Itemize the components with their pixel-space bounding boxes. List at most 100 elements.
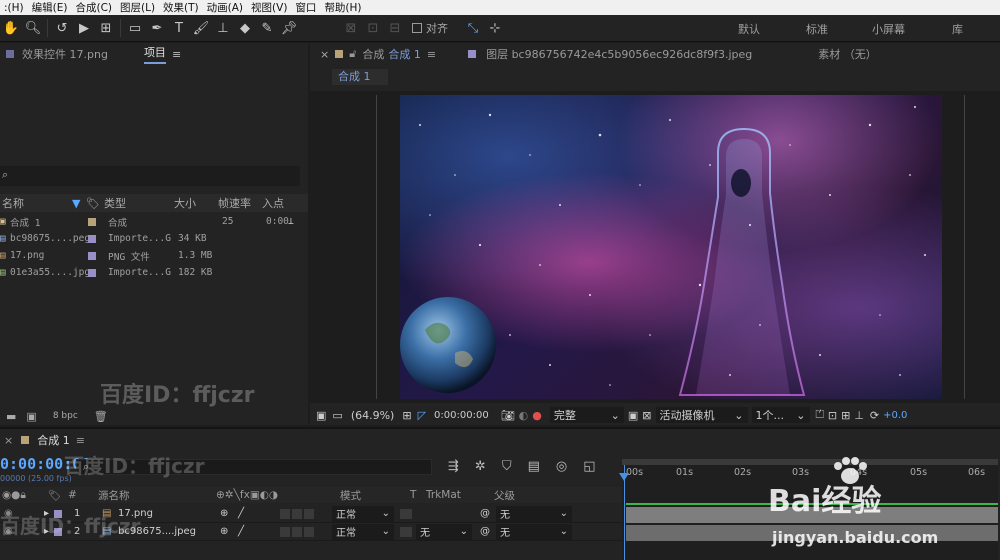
- col-name[interactable]: 名称: [0, 195, 72, 211]
- panel-menu-icon[interactable]: ≡: [76, 434, 85, 447]
- project-item[interactable]: ▤ 01e3a55....jpg Importe...G 182 KB: [0, 264, 308, 281]
- world-axis-icon[interactable]: ⊡: [362, 17, 384, 39]
- new-comp-icon[interactable]: ▣: [26, 410, 36, 423]
- menu-item[interactable]: 效果(T): [159, 0, 203, 15]
- menu-item[interactable]: 帮助(H): [320, 0, 365, 15]
- snap-icon[interactable]: ⤡: [462, 17, 484, 39]
- workspace-small-screen[interactable]: 小屏幕: [872, 15, 905, 42]
- shy-layers-icon[interactable]: ⛉: [502, 459, 512, 474]
- fit-icon[interactable]: ⊞: [402, 409, 411, 422]
- mode-select[interactable]: 正常 ⌄: [332, 523, 394, 540]
- preserve-transparency-toggle[interactable]: [400, 526, 412, 537]
- quality-switch-icon[interactable]: ╱: [238, 508, 280, 519]
- roto-brush-tool-icon[interactable]: ✎: [256, 17, 278, 39]
- tab-composition-label[interactable]: 合成: [362, 46, 384, 62]
- comp-mini-flowchart-icon[interactable]: ⇶: [448, 459, 459, 474]
- motion-blur-icon[interactable]: ◎: [556, 459, 567, 474]
- close-icon[interactable]: ×: [4, 434, 13, 447]
- panel-menu-icon[interactable]: ≡: [427, 48, 436, 61]
- rotate-tool-icon[interactable]: ↺: [51, 17, 73, 39]
- folder-icon[interactable]: ▬: [6, 410, 16, 423]
- graph-editor-icon[interactable]: ◱: [583, 459, 595, 474]
- lock-icon[interactable]: 🔓︎: [349, 47, 356, 61]
- type-tool-icon[interactable]: T: [168, 17, 190, 39]
- col-in[interactable]: 入点: [262, 195, 284, 211]
- rectangle-tool-icon[interactable]: ▭: [124, 17, 146, 39]
- project-item[interactable]: ▤ 17.png PNG 文件 1.3 MB: [0, 247, 308, 264]
- grid-icon[interactable]: ▣: [316, 409, 326, 422]
- project-item[interactable]: ▤ bc98675....peg Importe...G 34 KB: [0, 230, 308, 247]
- fast-preview-icon[interactable]: ⊞: [841, 409, 850, 422]
- align-checkbox[interactable]: 对齐: [412, 20, 448, 36]
- flowchart-icon[interactable]: ⊥: [854, 409, 864, 422]
- project-item[interactable]: ▣ 合成 1 合成 25 0:00 ⊥: [0, 213, 308, 230]
- pick-whip-icon[interactable]: @: [480, 508, 490, 519]
- tab-layer[interactable]: 图层 bc986756742e4c5b9056ec926dc8f9f3.jpeg: [486, 46, 752, 62]
- col-source-name[interactable]: 源名称: [98, 488, 216, 503]
- work-area-bar[interactable]: [622, 459, 998, 465]
- exposure-value[interactable]: +0.0: [883, 410, 907, 421]
- trash-icon[interactable]: 🗑︎: [94, 410, 108, 423]
- camera-select[interactable]: 活动摄像机 ⌄: [655, 407, 748, 423]
- comp-subtab[interactable]: 合成 1: [332, 69, 388, 85]
- zoom-level[interactable]: (64.9%): [351, 409, 395, 422]
- mode-select[interactable]: 正常 ⌄: [332, 505, 394, 522]
- tab-footage[interactable]: 素材 （无）: [818, 46, 877, 62]
- zoom-tool-icon[interactable]: 🔍︎: [22, 17, 44, 39]
- frame-blending-icon[interactable]: ▤: [528, 459, 540, 474]
- pan-behind-tool-icon[interactable]: ⊞: [95, 17, 117, 39]
- tab-composition-name[interactable]: 合成 1: [388, 46, 421, 62]
- trkmat-select[interactable]: 无 ⌄: [416, 523, 472, 540]
- menu-item[interactable]: 视图(V): [247, 0, 291, 15]
- views-select[interactable]: 1个... ⌄: [751, 407, 810, 423]
- pen-tool-icon[interactable]: ✒: [146, 17, 168, 39]
- menu-item[interactable]: 窗口: [291, 0, 320, 15]
- tab-project[interactable]: 项目: [143, 44, 166, 64]
- workspace-default[interactable]: 默认: [738, 15, 760, 42]
- eraser-tool-icon[interactable]: ◆: [234, 17, 256, 39]
- roi-icon[interactable]: ▣: [628, 409, 638, 422]
- viewer-timecode[interactable]: 0:00:00:00: [434, 410, 489, 421]
- draft-3d-icon[interactable]: ✲: [475, 459, 486, 474]
- reset-exposure-icon[interactable]: ⟳: [870, 409, 879, 422]
- shy-switch-icon[interactable]: ⊕: [220, 508, 238, 519]
- workspace-standard[interactable]: 标准: [806, 15, 828, 42]
- view-options-icon[interactable]: ⏍: [816, 408, 824, 422]
- col-fps[interactable]: 帧速率: [218, 195, 262, 211]
- timeline-tab[interactable]: 合成 1: [37, 432, 70, 448]
- parent-select[interactable]: 无 ⌄: [496, 523, 572, 540]
- parent-select[interactable]: 无 ⌄: [496, 505, 572, 522]
- menu-item[interactable]: 编辑(E): [28, 0, 72, 15]
- close-icon[interactable]: ×: [320, 48, 329, 61]
- menu-item[interactable]: 合成(C): [71, 0, 116, 15]
- viewer-area[interactable]: [310, 91, 1000, 403]
- view-axis-icon[interactable]: ⊟: [384, 17, 406, 39]
- label-tag-icon[interactable]: 🏷︎: [86, 197, 104, 210]
- monitor-icon[interactable]: ▭: [332, 409, 342, 422]
- snapshot-icon[interactable]: 📷︎: [501, 409, 515, 422]
- pixel-aspect-icon[interactable]: ⊡: [828, 409, 837, 422]
- pick-whip-icon[interactable]: @: [480, 526, 490, 537]
- channel-icon[interactable]: ●: [532, 409, 542, 422]
- transparency-grid-icon[interactable]: ⊠: [642, 409, 651, 422]
- bpc-label[interactable]: 8 bpc: [53, 411, 78, 421]
- panel-menu-icon[interactable]: ≡: [172, 48, 181, 61]
- puppet-pin-tool-icon[interactable]: 📌︎: [278, 17, 300, 39]
- resolution-select[interactable]: 完整 ⌄: [549, 407, 624, 423]
- menu-item[interactable]: 图层(L): [116, 0, 159, 15]
- menu-item[interactable]: :(H): [0, 2, 28, 14]
- quality-switch-icon[interactable]: ╱: [238, 526, 280, 537]
- local-axis-icon[interactable]: ⊠: [340, 17, 362, 39]
- flowchart-icon[interactable]: ⊥: [288, 216, 294, 227]
- region-icon[interactable]: ◸: [418, 409, 426, 422]
- col-size[interactable]: 大小: [174, 195, 218, 211]
- camera-tool-icon[interactable]: ▶: [73, 17, 95, 39]
- shy-switch-icon[interactable]: ⊕: [220, 526, 238, 537]
- project-search-input[interactable]: ⌕: [0, 166, 300, 186]
- brush-tool-icon[interactable]: 🖌︎: [190, 17, 212, 39]
- snap-options-icon[interactable]: ⊹: [484, 17, 506, 39]
- show-snapshot-icon[interactable]: ◐: [519, 409, 529, 422]
- tab-effect-controls[interactable]: 效果控件 17.png: [22, 46, 108, 62]
- clone-stamp-tool-icon[interactable]: ⊥: [212, 17, 234, 39]
- hand-tool-icon[interactable]: ✋: [0, 17, 22, 39]
